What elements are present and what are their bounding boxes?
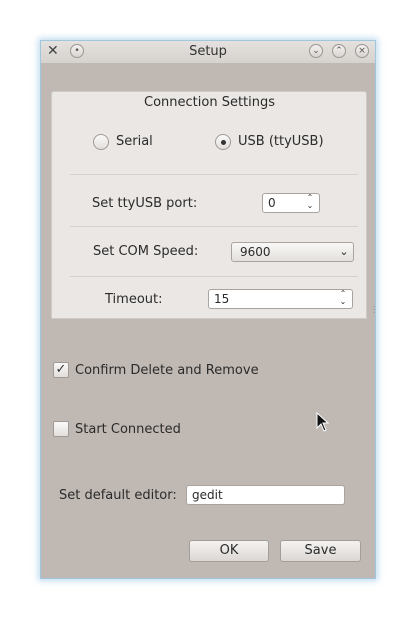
- chevron-down-icon: ⌄: [339, 245, 349, 258]
- start-connected-label[interactable]: Start Connected: [75, 422, 181, 437]
- default-editor-input[interactable]: gedit: [186, 485, 345, 505]
- com-speed-value: 9600: [240, 245, 271, 259]
- default-editor-value: gedit: [192, 488, 223, 502]
- connection-settings-title: Connection Settings: [144, 95, 276, 110]
- timeout-label: Timeout:: [105, 292, 163, 307]
- window-title: Setup: [189, 44, 227, 59]
- resize-grip-icon[interactable]: · · ·: [373, 304, 376, 317]
- separator: [70, 174, 358, 175]
- confirm-delete-label[interactable]: Confirm Delete and Remove: [75, 363, 259, 378]
- save-button[interactable]: Save: [280, 540, 361, 562]
- com-speed-label: Set COM Speed:: [93, 244, 199, 259]
- title-bar[interactable]: ✕ • Setup ⌄ ⌃ ×: [41, 41, 375, 63]
- maximize-icon[interactable]: ⌃: [332, 44, 346, 58]
- radio-selected-dot: [220, 139, 226, 145]
- tty-port-value: 0: [268, 196, 276, 210]
- minimize-icon[interactable]: ⌄: [309, 44, 323, 58]
- usb-label[interactable]: USB (ttyUSB): [238, 134, 324, 149]
- separator: [70, 276, 358, 277]
- separator: [70, 226, 358, 227]
- ok-button[interactable]: OK: [189, 540, 269, 562]
- serial-radio[interactable]: [93, 134, 109, 150]
- confirm-delete-checkbox[interactable]: ✓: [53, 362, 69, 378]
- timeout-value: 15: [214, 292, 230, 306]
- mouse-pointer-icon: [316, 412, 330, 432]
- serial-label[interactable]: Serial: [116, 134, 153, 149]
- usb-radio[interactable]: [215, 134, 231, 150]
- tty-port-spinbox[interactable]: 0 ⌃ ⌄: [262, 193, 320, 213]
- default-editor-label: Set default editor:: [59, 488, 177, 503]
- spin-arrows-icon[interactable]: ⌃ ⌄: [338, 290, 348, 308]
- timeout-spinbox[interactable]: 15 ⌃ ⌄: [208, 289, 353, 309]
- tty-port-label: Set ttyUSB port:: [92, 196, 198, 211]
- start-connected-checkbox[interactable]: [53, 421, 69, 437]
- com-speed-select[interactable]: 9600 ⌄: [231, 242, 354, 262]
- spin-arrows-icon[interactable]: ⌃ ⌄: [305, 194, 315, 212]
- close-icon[interactable]: ×: [355, 44, 369, 58]
